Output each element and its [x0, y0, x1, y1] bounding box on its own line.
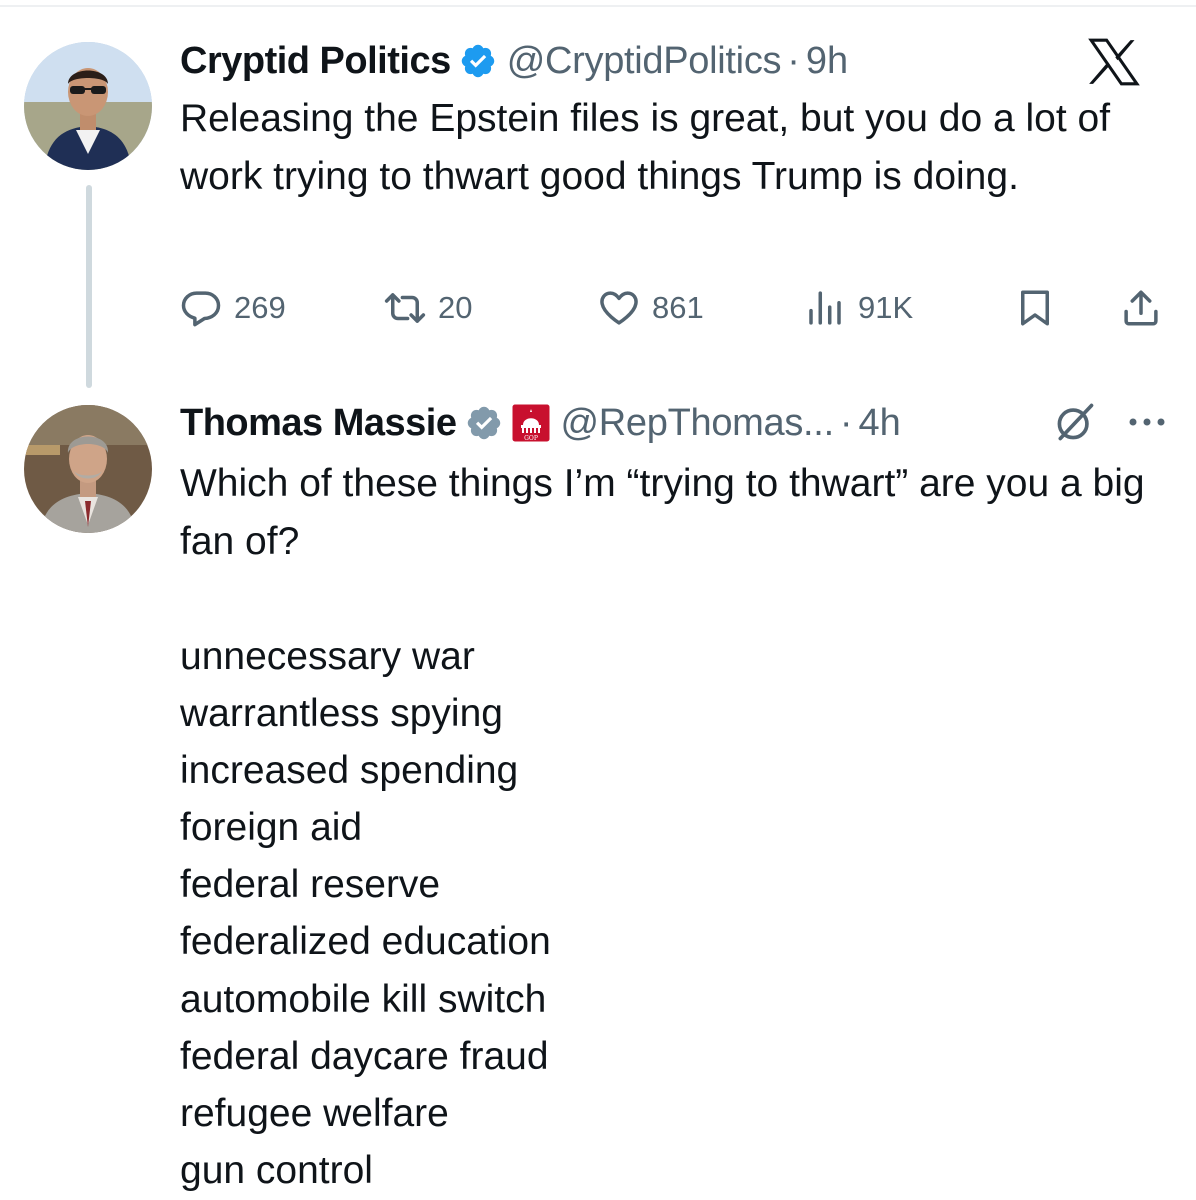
meta-separator: · [839, 401, 853, 444]
like-icon [600, 291, 638, 325]
author-name[interactable]: Cryptid Politics [180, 40, 451, 83]
tweet-time[interactable]: 9h [806, 40, 848, 83]
views-icon [809, 291, 841, 325]
list-item: federalized education [180, 920, 551, 964]
list-item: warrantless spying [180, 692, 503, 736]
tweet2-text: Which of these things I’m “trying to thw… [180, 462, 1145, 563]
list-item: federal daycare fraud [180, 1034, 549, 1078]
author-handle[interactable]: @RepThomas... [561, 402, 835, 445]
views-count: 91K [858, 290, 914, 325]
verified-badge-icon [461, 44, 494, 78]
avatar-cryptid-politics[interactable] [24, 42, 152, 170]
top-divider [0, 5, 1196, 7]
x-logo-icon [1088, 38, 1140, 86]
repost-icon [384, 293, 426, 323]
reply-icon [181, 291, 221, 327]
reply-button[interactable]: 269 [180, 278, 286, 338]
views-button[interactable]: 91K [804, 278, 913, 338]
share-icon [1124, 290, 1158, 326]
meta-separator: · [787, 39, 800, 82]
tweet-time[interactable]: 4h [858, 402, 900, 445]
share-button[interactable] [1120, 278, 1162, 338]
gov-badge-text: GOP [524, 435, 538, 442]
like-button[interactable]: 861 [598, 278, 704, 338]
tweet1-header: Cryptid Politics @CryptidPolitics · 9h [180, 36, 848, 86]
avatar-thomas-massie[interactable] [24, 405, 152, 533]
list-item: unnecessary war [180, 635, 475, 678]
repost-button[interactable]: 20 [384, 278, 472, 338]
list-item: foreign aid [180, 806, 363, 850]
author-handle[interactable]: @CryptidPolitics [507, 40, 782, 83]
tweet1-text: Releasing the Epstein files is great, bu… [180, 97, 1111, 198]
avatar-image [24, 405, 152, 533]
bookmark-icon [1021, 290, 1049, 326]
avatar-image [24, 42, 152, 170]
reply-count: 269 [234, 290, 286, 325]
tweet1-action-bar: 269 20 861 91K [0, 278, 1196, 338]
list-item: increased spending [180, 749, 519, 793]
repost-count: 20 [438, 290, 473, 325]
grok-icon[interactable] [1052, 400, 1098, 444]
bookmark-button[interactable] [1014, 278, 1056, 338]
tweet-thread: Cryptid Politics @CryptidPolitics · 9h R… [0, 0, 1196, 1200]
tweet2-list: unnecessary war warrantless spying incre… [180, 628, 1080, 1199]
list-item: gun control [180, 1148, 373, 1192]
list-item: refugee welfare [180, 1091, 449, 1135]
tweet2-header: Thomas Massie GOP @RepThomas... · 4h [180, 398, 901, 448]
gov-badge-icon: GOP [511, 403, 550, 443]
more-icon[interactable] [1125, 408, 1169, 436]
verified-badge-icon [467, 406, 500, 440]
author-name[interactable]: Thomas Massie [180, 402, 457, 445]
like-count: 861 [652, 290, 704, 325]
list-item: federal reserve [180, 863, 441, 907]
list-item: automobile kill switch [180, 977, 547, 1021]
